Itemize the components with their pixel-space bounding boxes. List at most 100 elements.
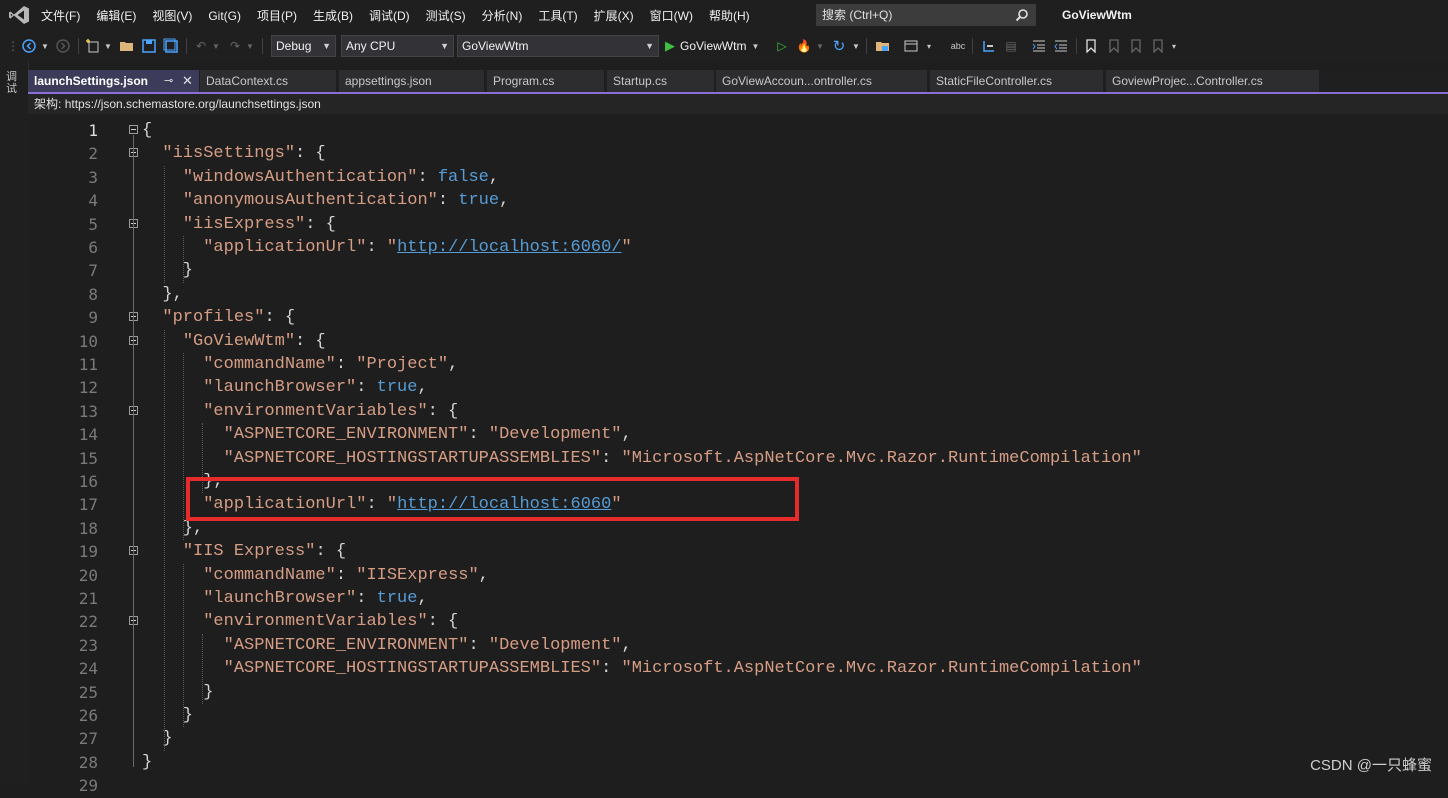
comment-icon[interactable]: ▤ [1002,35,1020,57]
line-number: 10 [78,331,98,351]
undo-icon[interactable]: ↶ [192,35,210,57]
save-icon[interactable] [140,35,158,57]
menu-item[interactable]: 工具(T) [530,7,585,24]
menu-item[interactable]: 项目(P) [249,7,305,24]
line-number: 9 [88,308,98,328]
platform-select[interactable]: Any CPU ▼ [341,35,454,57]
toolbar-overflow-icon[interactable]: ▾ [1169,35,1179,57]
prev-bookmark-icon[interactable] [1105,35,1121,57]
configuration-select[interactable]: Debug ▼ [271,35,336,57]
menu-item[interactable]: Git(G) [200,9,249,23]
menu-item[interactable]: 测试(S) [418,7,474,24]
redo-dropdown-icon[interactable]: ▼ [246,35,254,57]
code-line[interactable]: 7 } [28,259,1448,282]
undo-dropdown-icon[interactable]: ▼ [212,35,220,57]
code-line[interactable]: 20 "commandName": "IISExpress", [28,564,1448,587]
menu-item[interactable]: 调试(D) [361,7,418,24]
refresh-dropdown-icon[interactable]: ▼ [852,35,860,57]
tab-appsettings[interactable]: appsettings.json [339,70,485,92]
code-line[interactable]: 10 "GoViewWtm": { [28,330,1448,353]
tab-datacontext[interactable]: DataContext.cs [200,70,337,92]
menu-item[interactable]: 分析(N) [474,7,531,24]
window-layout-icon[interactable] [902,35,920,57]
line-number: 4 [88,191,98,211]
tab-startup[interactable]: Startup.cs [607,70,715,92]
clear-bookmarks-icon[interactable] [1149,35,1165,57]
close-icon[interactable]: ✕ [182,70,193,92]
line-number: 2 [88,144,98,164]
menu-item[interactable]: 文件(F) [33,7,88,24]
code-line[interactable]: 6 "applicationUrl": "http://localhost:60… [28,236,1448,259]
code-line[interactable]: 25 } [28,681,1448,704]
hot-reload-dropdown-icon[interactable]: ▼ [816,35,824,57]
code-line[interactable]: 21 "launchBrowser": true, [28,587,1448,610]
tab-staticfilecontroller[interactable]: StaticFileController.cs [930,70,1104,92]
tab-goviewaccountcontroller[interactable]: GoViewAccoun...ontroller.cs [716,70,928,92]
code-line[interactable]: 22 "environmentVariables": { [28,610,1448,633]
code-editor[interactable]: 1{2 "iisSettings": {3 "windowsAuthentica… [28,114,1448,795]
start-debugging-button[interactable]: ▶ GoViewWtm ▼ [665,35,765,57]
code-line[interactable]: 12 "launchBrowser": true, [28,376,1448,399]
code-line[interactable]: 11 "commandName": "Project", [28,353,1448,376]
schema-url[interactable]: https://json.schemastore.org/launchsetti… [65,97,321,111]
menu-item[interactable]: 生成(B) [305,7,361,24]
code-line[interactable]: 28} [28,751,1448,774]
code-line[interactable]: 5 "iisExpress": { [28,213,1448,236]
pin-icon[interactable]: ⊸ [164,70,173,92]
code-line[interactable]: 27 } [28,727,1448,750]
tab-goviewprojectcontroller[interactable]: GoviewProjec...Controller.cs [1106,70,1320,92]
menu-item[interactable]: 帮助(H) [701,7,758,24]
menu-item[interactable]: 视图(V) [144,7,200,24]
document-tab-bar: launchSettings.json ⊸ ✕ DataContext.cs a… [28,70,1448,94]
code-line[interactable]: 13 "environmentVariables": { [28,400,1448,423]
code-text: "environmentVariables": { [203,612,459,632]
code-line[interactable]: 8 }, [28,283,1448,306]
spell-check-icon[interactable]: abc [948,35,968,57]
code-line[interactable]: 3 "windowsAuthentication": false, [28,166,1448,189]
outdent-icon[interactable] [1052,35,1070,57]
line-number: 16 [78,472,98,491]
code-text: } [142,752,153,772]
new-item-icon[interactable] [84,35,102,57]
bookmark-icon[interactable] [1083,35,1099,57]
tab-program[interactable]: Program.cs [487,70,605,92]
code-line[interactable]: 2 "iisSettings": { [28,142,1448,165]
code-line[interactable]: 19 "IIS Express": { [28,540,1448,563]
code-line[interactable]: 29 [28,774,1448,797]
code-line[interactable]: 26 } [28,704,1448,727]
start-without-debugging-icon[interactable]: ▷ [774,35,790,57]
back-icon[interactable] [20,35,38,57]
menu-item[interactable]: 窗口(W) [642,7,701,24]
indent-icon[interactable] [1030,35,1048,57]
code-text: { [142,121,153,140]
save-all-icon[interactable] [162,35,180,57]
menu-item[interactable]: 编辑(E) [88,7,144,24]
next-bookmark-icon[interactable] [1127,35,1143,57]
open-folder-icon[interactable] [118,35,136,57]
folder-view-icon[interactable] [874,35,892,57]
code-line[interactable]: 23 "ASPNETCORE_ENVIRONMENT": "Developmen… [28,634,1448,657]
breakpoint-icon[interactable] [980,35,998,57]
startup-project-select[interactable]: GoViewWtm ▼ [457,35,659,57]
tab-launchsettings[interactable]: launchSettings.json ⊸ ✕ [28,70,200,92]
search-box[interactable]: 搜索 (Ctrl+Q) [816,4,1036,26]
code-line[interactable]: 15 "ASPNETCORE_HOSTINGSTARTUPASSEMBLIES"… [28,447,1448,470]
title-bar: 文件(F) 编辑(E) 视图(V) Git(G) 项目(P) 生成(B) 调试(D) 测试(S… [0,0,1448,31]
debug-side-tab[interactable]: 调试 [6,71,20,95]
code-line[interactable]: 9 "profiles": { [28,306,1448,329]
schema-bar: 架构: https://json.schemastore.org/launchs… [28,94,1448,114]
code-line[interactable]: 4 "anonymousAuthentication": true, [28,189,1448,212]
refresh-icon[interactable]: ↻ [830,35,848,57]
hot-reload-icon[interactable]: 🔥 [796,35,812,57]
layout-dropdown-icon[interactable]: ▾ [924,35,934,57]
chevron-down-icon: ▼ [645,41,654,51]
code-line[interactable]: 24 "ASPNETCORE_HOSTINGSTARTUPASSEMBLIES"… [28,657,1448,680]
forward-icon[interactable] [54,35,72,57]
collapse-icon[interactable] [129,125,138,134]
menu-item[interactable]: 扩展(X) [586,7,642,24]
code-line[interactable]: 14 "ASPNETCORE_ENVIRONMENT": "Developmen… [28,423,1448,446]
code-line[interactable]: 1{ [28,119,1448,142]
new-item-dropdown-icon[interactable]: ▼ [104,35,112,57]
redo-icon[interactable]: ↷ [226,35,244,57]
back-dropdown-icon[interactable]: ▼ [40,35,50,57]
